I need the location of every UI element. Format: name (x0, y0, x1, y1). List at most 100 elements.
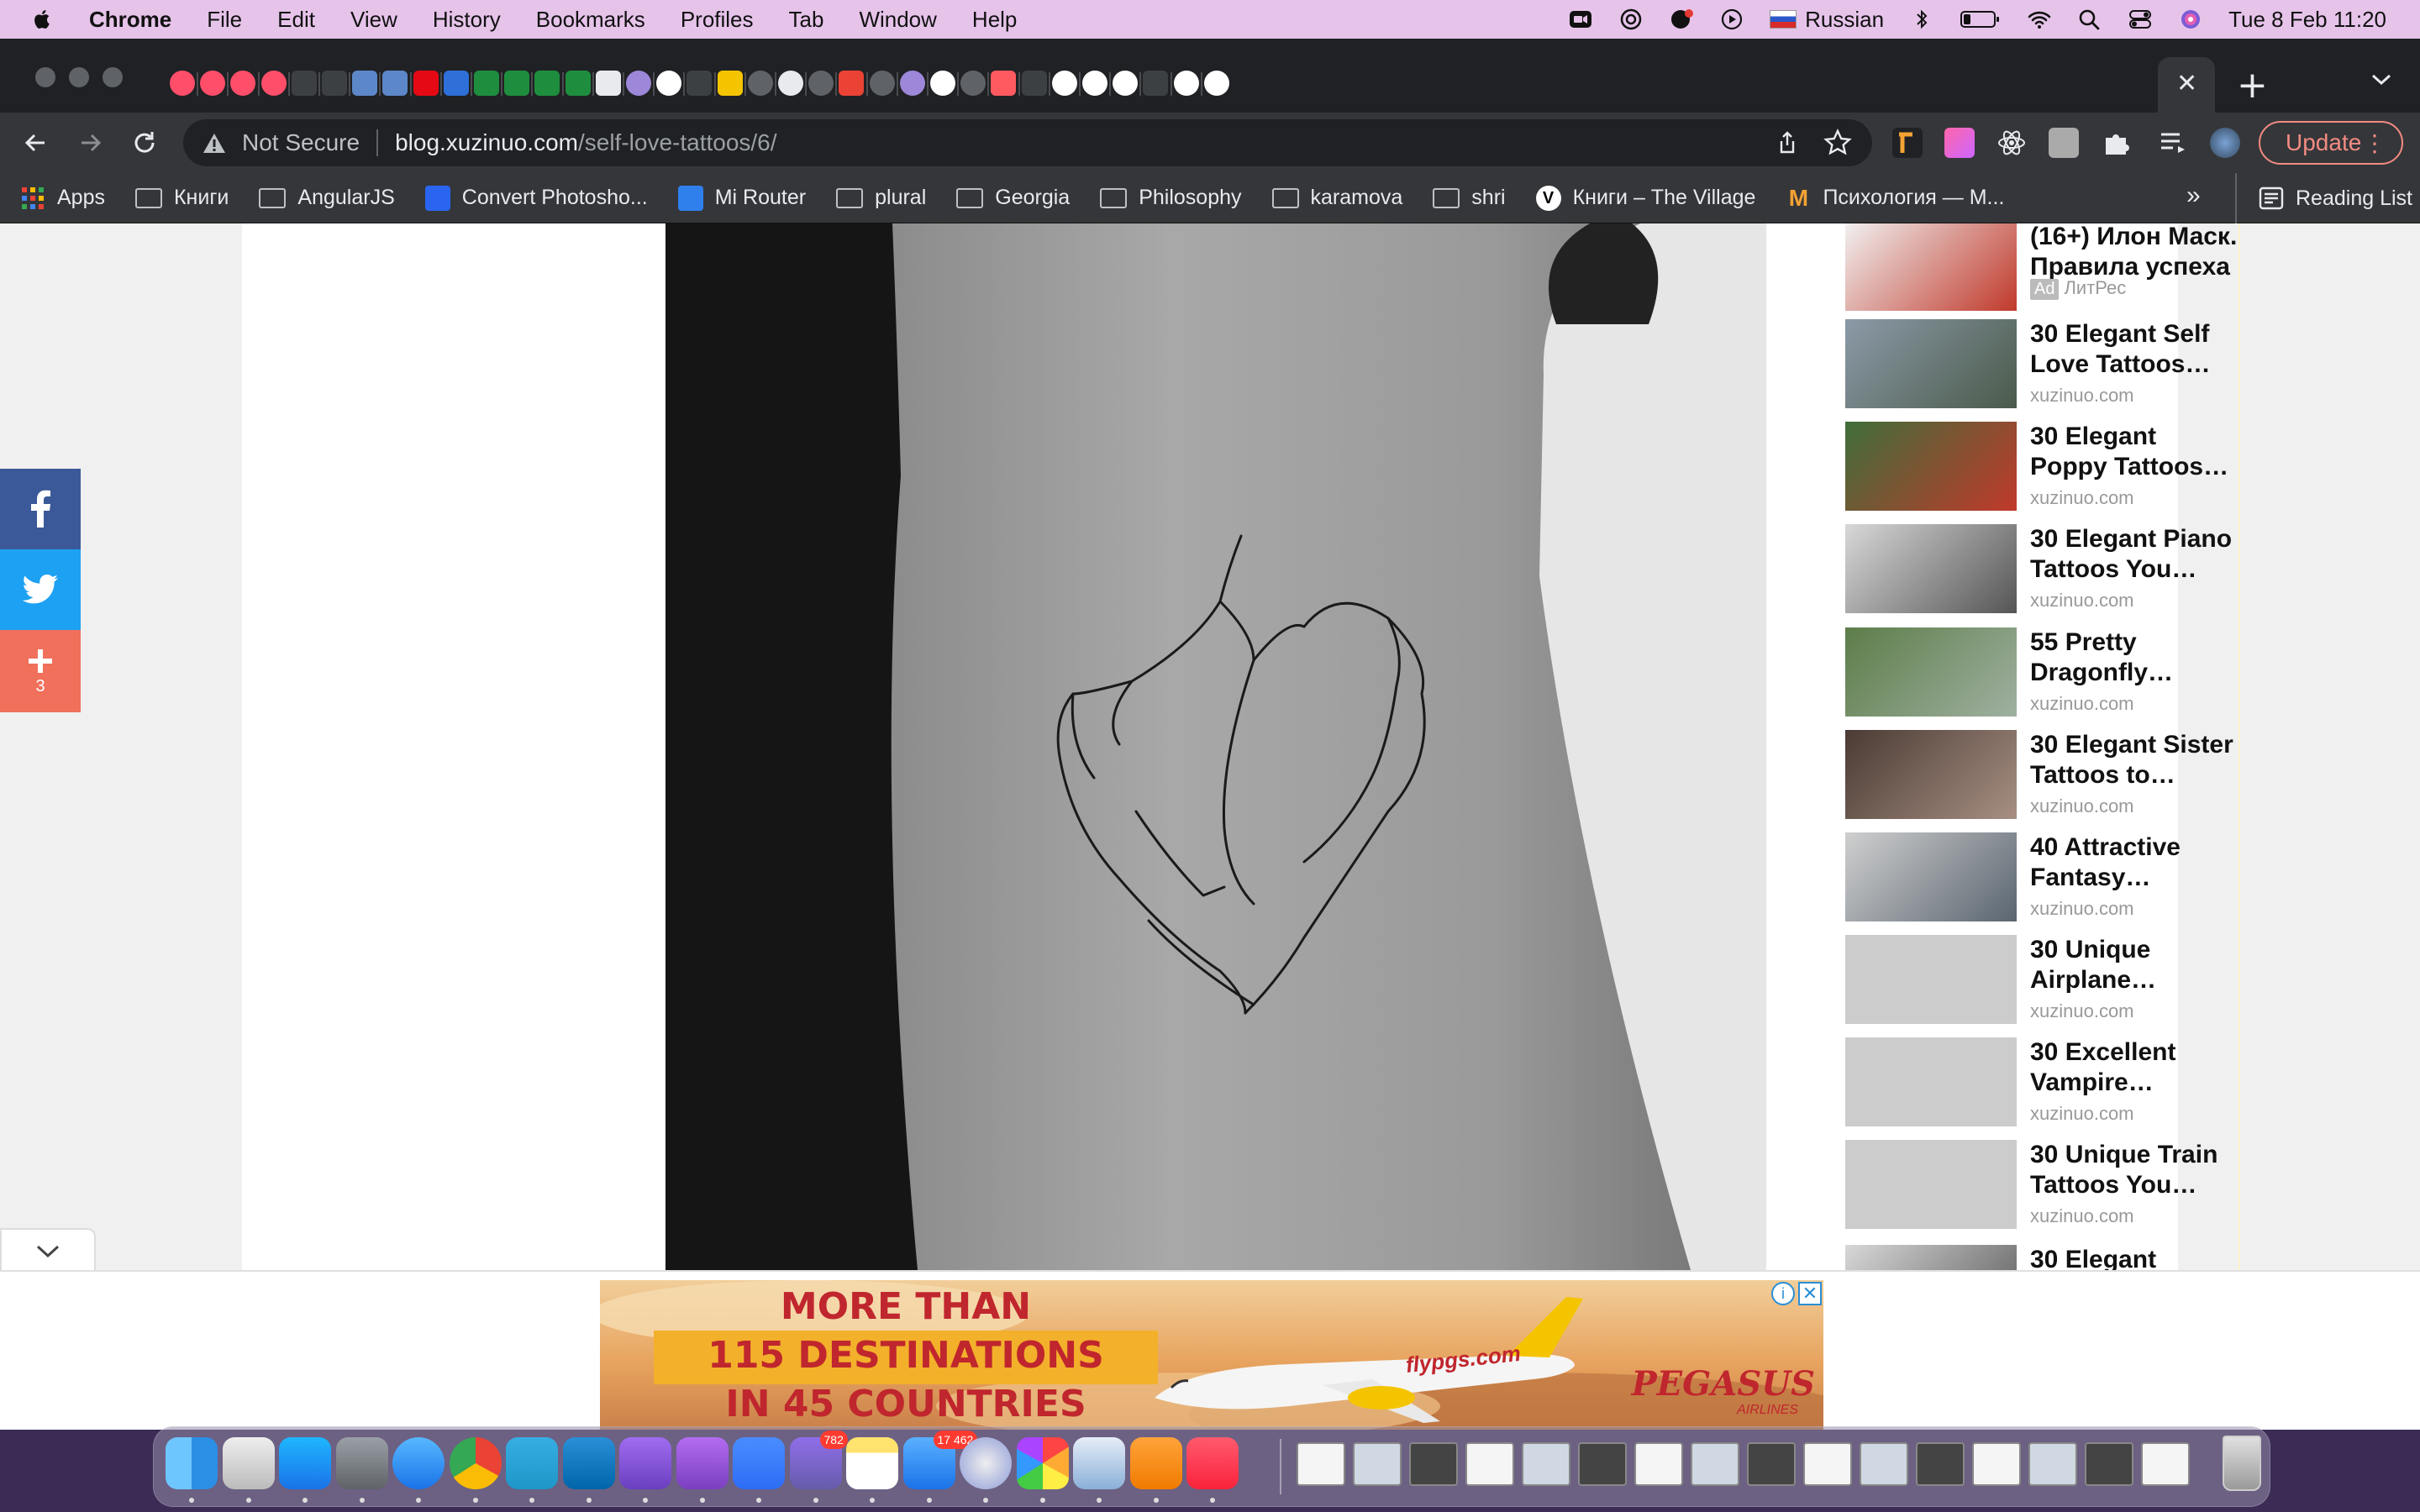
menu-window[interactable]: Window (859, 7, 936, 33)
gmail-tab-icon[interactable] (839, 71, 865, 96)
imovie-dock-icon[interactable] (619, 1437, 671, 1489)
bluetooth-icon[interactable] (1909, 8, 1934, 30)
bookmark-convert-photoshop[interactable]: Convert Photosho... (424, 185, 648, 211)
airbnb-tab-icon[interactable] (991, 71, 1017, 96)
active-tab[interactable]: ✕ (2158, 57, 2215, 113)
vscode-dock-icon[interactable] (562, 1437, 615, 1489)
bookmark-folder-karamova[interactable]: karamova (1271, 186, 1402, 210)
trash-icon[interactable] (2223, 1436, 2261, 1491)
podcasts-dock-icon[interactable] (676, 1437, 729, 1489)
google-tab-icon[interactable] (930, 71, 955, 96)
finder-dock-icon[interactable] (166, 1437, 218, 1489)
menu-view[interactable]: View (350, 7, 397, 33)
app-store-dock-icon[interactable] (279, 1437, 331, 1489)
system-preferences-dock-icon[interactable] (335, 1437, 388, 1489)
siri-icon[interactable] (2178, 8, 2203, 30)
play-status-icon[interactable] (1719, 8, 1744, 30)
youtube-tab-icon[interactable] (230, 71, 256, 96)
article-title[interactable]: 40 Attractive Fantasy… (2030, 832, 2238, 893)
window-minimize-button[interactable] (69, 67, 89, 87)
viber-status-icon[interactable] (1669, 8, 1694, 30)
menu-help[interactable]: Help (972, 7, 1017, 33)
minimized-window-thumbnail[interactable] (1860, 1442, 1908, 1486)
article-title[interactable]: 55 Pretty Dragonfly… (2030, 627, 2238, 688)
menu-bookmarks[interactable]: Bookmarks (536, 7, 645, 33)
hd-tab-icon[interactable] (322, 71, 347, 96)
menu-tab[interactable]: Tab (789, 7, 824, 33)
youtube-tab-icon[interactable] (260, 71, 287, 96)
article-title[interactable]: 30 Unique Airplane… (2030, 935, 2238, 995)
collapse-ad-button[interactable] (0, 1228, 96, 1272)
recommended-article-card[interactable]: 30 Unique Airplane… xuzinuo.com (1845, 935, 2238, 1027)
k-icon-tab-icon[interactable] (687, 71, 713, 96)
menu-bar-clock[interactable]: Tue 8 Feb 11:20 (2228, 7, 2386, 33)
more-share-button[interactable]: 3 (0, 630, 81, 712)
photos-dock-icon[interactable] (1016, 1437, 1069, 1489)
recommended-article-card[interactable]: 55 Pretty Dragonfly… xuzinuo.com (1845, 627, 2238, 720)
minimized-window-thumbnail[interactable] (1409, 1442, 1458, 1486)
recommended-article-card[interactable]: 30 Elegant Sister Tattoos to… xuzinuo.com (1845, 730, 2238, 822)
twitter-share-button[interactable] (0, 549, 81, 630)
address-bar[interactable]: Not Secure blog.xuzinuo.com/self-love-ta… (183, 119, 1872, 166)
minimized-window-thumbnail[interactable] (1747, 1442, 1796, 1486)
share-icon[interactable] (1775, 130, 1800, 155)
google-tab-icon[interactable] (1082, 71, 1107, 96)
preview-dock-icon[interactable] (1073, 1437, 1125, 1489)
minimized-window-thumbnail[interactable] (2141, 1442, 2190, 1486)
minimized-window-thumbnail[interactable] (1353, 1442, 1402, 1486)
article-title[interactable]: 30 Excellent Vampire… (2030, 1037, 2238, 1098)
youtube-tab-icon[interactable] (200, 71, 226, 96)
minimized-window-thumbnail[interactable] (2028, 1442, 2077, 1486)
minimized-window-thumbnail[interactable] (1522, 1442, 1570, 1486)
recommended-article-card[interactable]: (16+) Илон Маск. Правила успеха Ad ЛитРес (1845, 223, 2238, 314)
google-tab-icon[interactable] (1173, 71, 1199, 96)
launchpad-dock-icon[interactable] (222, 1437, 275, 1489)
pegasus-ad-banner[interactable]: flypgs.com MORE THAN 115 DESTINATIONS IN… (600, 1280, 1823, 1430)
chrome-dock-icon[interactable] (449, 1437, 502, 1489)
bookmark-the-village[interactable]: V Книги – The Village (1535, 185, 1755, 211)
bookmark-folder-knigi[interactable]: Книги (134, 186, 229, 210)
minimized-window-thumbnail[interactable] (1578, 1442, 1627, 1486)
minimized-window-thumbnail[interactable] (1691, 1442, 1739, 1486)
bookmark-star-icon[interactable] (1823, 129, 1852, 157)
minimized-window-thumbnail[interactable] (1465, 1442, 1514, 1486)
book-tab-icon[interactable] (443, 71, 469, 96)
mask-tab-icon[interactable] (595, 71, 621, 96)
recommended-article-card[interactable]: 30 Elegant Piano Tattoos You… xuzinuo.com (1845, 524, 2238, 617)
speaker-tab-icon[interactable] (1021, 71, 1047, 96)
new-tab-button[interactable]: + (2237, 64, 2268, 107)
recommended-article-card[interactable]: 30 Elegant (1845, 1245, 2238, 1270)
extension-react-icon[interactable] (1996, 128, 2027, 158)
tab-search-chevron-icon[interactable] (2370, 71, 2393, 87)
window-close-button[interactable] (35, 67, 55, 87)
minimized-window-thumbnail[interactable] (2085, 1442, 2133, 1486)
zoom-status-icon[interactable] (1568, 8, 1593, 30)
bookmark-folder-georgia[interactable]: Georgia (956, 186, 1070, 210)
minimized-window-thumbnail[interactable] (1634, 1442, 1683, 1486)
globe-purple-tab-icon[interactable] (626, 71, 651, 96)
reading-list-button[interactable]: Reading List (2235, 173, 2412, 223)
bookmark-folder-shri[interactable]: shri (1433, 186, 1506, 210)
article-title[interactable]: 30 Elegant (2030, 1245, 2238, 1270)
apple-icon[interactable] (30, 7, 55, 32)
article-title[interactable]: 30 Unique Train Tattoos You… (2030, 1140, 2238, 1200)
minimized-window-thumbnail[interactable] (1972, 1442, 2021, 1486)
google-tab-icon[interactable] (1051, 71, 1077, 96)
bookmark-folder-philosophy[interactable]: Philosophy (1100, 186, 1242, 210)
ad-info-icon[interactable]: i (1771, 1282, 1795, 1305)
bookmark-psychology[interactable]: M Психология — M... (1786, 185, 2005, 211)
film-tab-icon[interactable] (382, 71, 408, 96)
plus-green-tab-icon[interactable] (565, 71, 591, 96)
profile-avatar[interactable] (2210, 128, 2240, 158)
article-title[interactable]: 30 Elegant Piano Tattoos You… (2030, 524, 2238, 585)
notes-dock-icon[interactable] (846, 1437, 898, 1489)
film-tab-icon[interactable] (352, 71, 378, 96)
google-tab-icon[interactable] (1203, 71, 1229, 96)
recommended-article-card[interactable]: 30 Unique Train Tattoos You… xuzinuo.com (1845, 1140, 2238, 1232)
netflix-tab-icon[interactable] (413, 71, 439, 96)
back-button[interactable] (17, 124, 54, 161)
battery-icon[interactable] (1960, 8, 2002, 30)
minimized-window-thumbnail[interactable] (1916, 1442, 1965, 1486)
puzzle-tab-icon[interactable] (534, 71, 560, 96)
safari-dock-icon[interactable] (392, 1437, 445, 1489)
